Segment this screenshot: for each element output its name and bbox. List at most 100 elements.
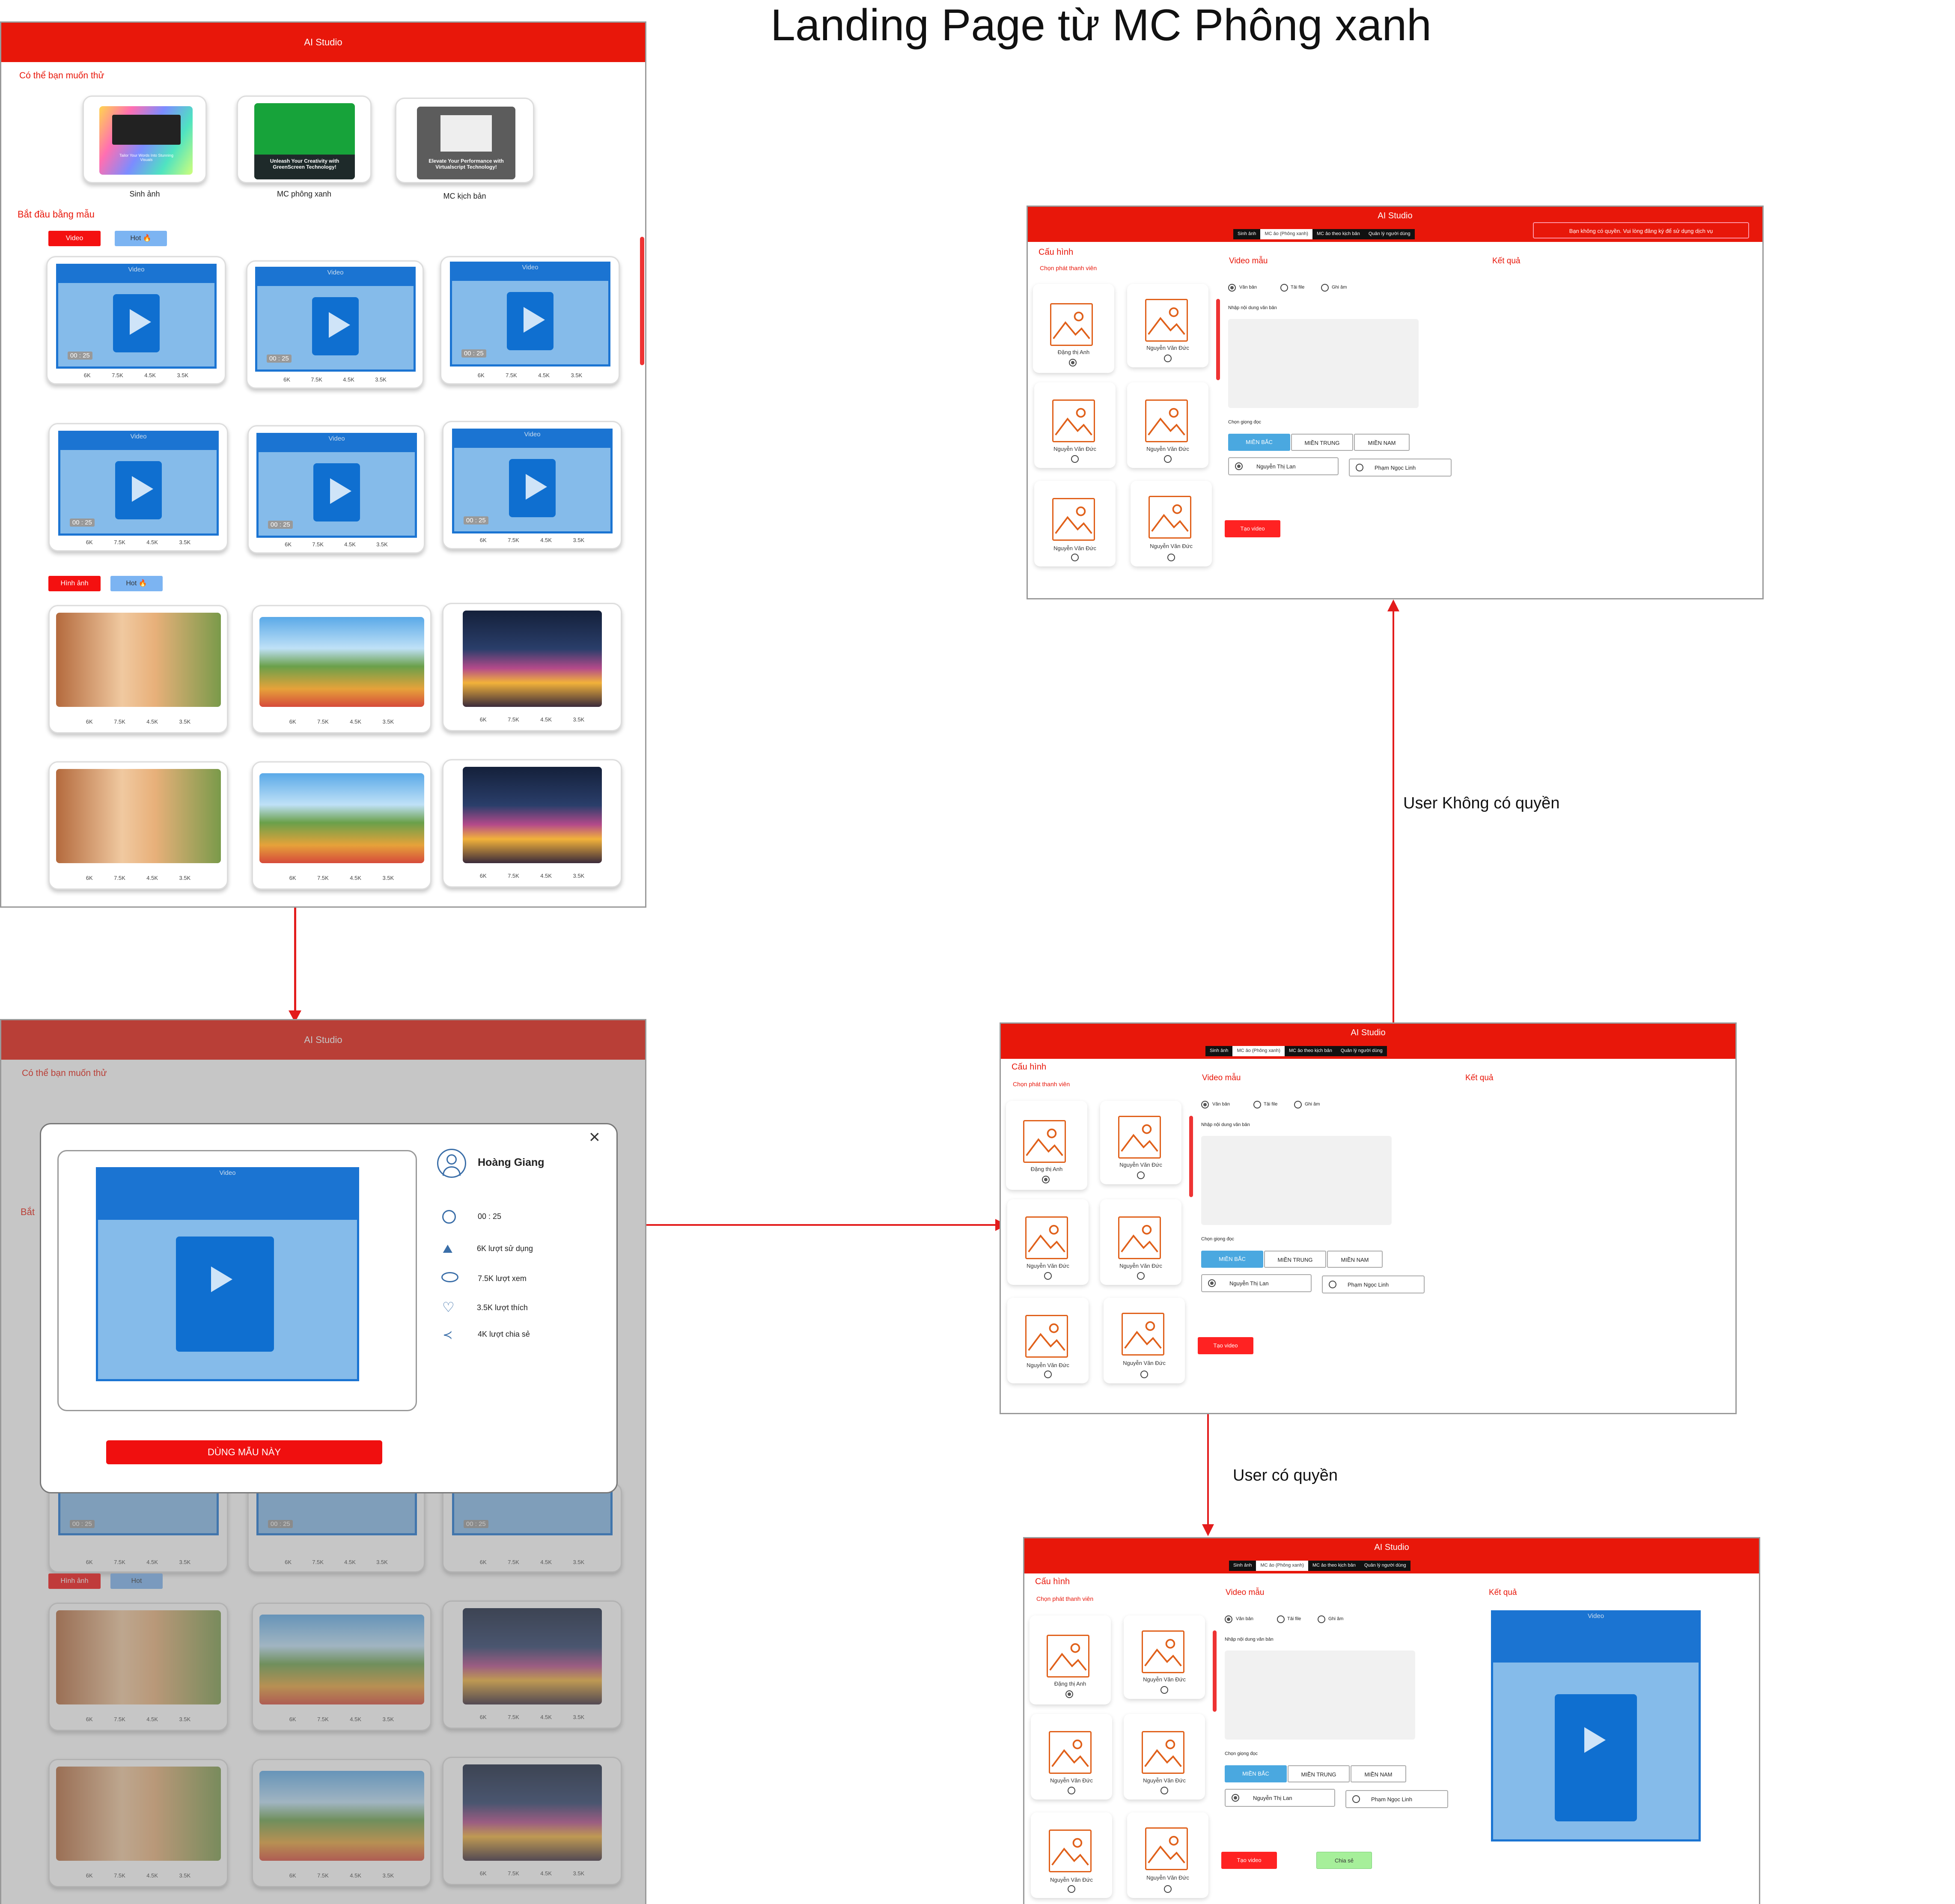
create-video-button[interactable]: Tạo video	[1221, 1852, 1277, 1869]
mode-file-radio[interactable]	[1253, 1101, 1261, 1108]
region-south[interactable]: MIỀN NAM	[1354, 434, 1410, 451]
tab-sinh-anh[interactable]: Sinh ảnh	[1205, 1046, 1232, 1056]
text-input[interactable]	[1228, 319, 1419, 408]
tab-mc-phong-xanh[interactable]: MC ảo (Phông xanh)	[1260, 229, 1312, 239]
tag-image[interactable]: Hình ảnh	[48, 576, 101, 591]
region-south[interactable]: MIỀN NAM	[1327, 1251, 1383, 1268]
region-central[interactable]: MIỀN TRUNG	[1291, 434, 1353, 451]
feature-thumb: Elevate Your Performance with Virtualscr…	[417, 107, 515, 179]
presenter-radio[interactable]	[1069, 359, 1077, 366]
studio-with-permission: AI Studio Sinh ảnh MC ảo (Phông xanh) MC…	[1023, 1537, 1760, 1904]
mode-file-radio[interactable]	[1277, 1615, 1285, 1623]
text-input[interactable]	[1225, 1651, 1415, 1740]
presenter-scrollbar[interactable]	[1213, 1630, 1217, 1712]
presenter-radio[interactable]	[1164, 355, 1172, 362]
presenter-card[interactable]: Nguyễn Văn Đức	[1124, 1714, 1205, 1800]
tab-quan-ly[interactable]: Quản lý người dùng	[1336, 1046, 1387, 1056]
feature-card-mc-phong-xanh[interactable]: Unleash Your Creativity with GreenScreen…	[237, 95, 372, 183]
presenter-card[interactable]: Nguyễn Văn Đức	[1127, 382, 1208, 468]
mode-file-radio[interactable]	[1280, 284, 1288, 292]
presenter-card[interactable]: Đặng thị Anh	[1033, 284, 1114, 373]
presenter-card[interactable]: Đặng thị Anh	[1030, 1615, 1111, 1704]
card-stats: 6K 7.5K 4.5K 3.5K	[479, 716, 585, 723]
card-stats: 6K 7.5K 4.5K 3.5K	[477, 372, 583, 378]
presenter-card[interactable]: Đặng thị Anh	[1006, 1101, 1087, 1190]
create-video-button[interactable]: Tạo video	[1198, 1337, 1253, 1354]
tag-hot[interactable]: Hot 🔥	[115, 231, 167, 246]
video-template-card[interactable]: Video 00 : 25 6K 7.5K 4.5K 3.5K	[442, 421, 622, 549]
voice-option[interactable]: Nguyễn Thị Lan	[1228, 457, 1339, 475]
result-video[interactable]: Video	[1491, 1610, 1701, 1841]
image-template-card[interactable]: 6K 7.5K 4.5K 3.5K	[48, 605, 228, 733]
tab-mc-kich-ban[interactable]: MC ảo theo kịch bản	[1308, 1561, 1360, 1571]
use-template-button[interactable]: DÙNG MẪU NÀY	[106, 1440, 382, 1464]
presenter-card[interactable]: Nguyễn Văn Đức	[1031, 1812, 1112, 1898]
voice-option[interactable]: Nguyễn Thị Lan	[1225, 1789, 1335, 1807]
video-template-card[interactable]: Video 00 : 25 6K 7.5K 4.5K 3.5K	[246, 260, 424, 389]
video-template-card[interactable]: Video 00 : 25 6K 7.5K 4.5K 3.5K	[247, 425, 425, 554]
feature-card-mc-kich-ban[interactable]: Elevate Your Performance with Virtualscr…	[395, 98, 534, 183]
tag-hot[interactable]: Hot 🔥	[110, 576, 163, 591]
region-central[interactable]: MIỀN TRUNG	[1264, 1251, 1326, 1268]
presenter-radio[interactable]	[1071, 455, 1079, 463]
tab-mc-phong-xanh[interactable]: MC ảo (Phông xanh)	[1232, 1046, 1285, 1056]
voice-option[interactable]: Nguyễn Thị Lan	[1201, 1274, 1312, 1292]
region-north[interactable]: MIỀN BẮC	[1228, 434, 1290, 451]
feature-card-sinh-anh[interactable]: Tailor Your Words Into Stunning Visuals	[83, 95, 207, 183]
region-central[interactable]: MIỀN TRUNG	[1288, 1765, 1350, 1782]
video-template-card[interactable]: Video 00 : 25 6K 7.5K 4.5K 3.5K	[46, 256, 226, 384]
image-template-card[interactable]: 6K 7.5K 4.5K 3.5K	[252, 761, 431, 890]
image-template-card[interactable]: 6K 7.5K 4.5K 3.5K	[48, 761, 228, 890]
presenter-card[interactable]: Nguyễn Văn Đức	[1131, 481, 1212, 566]
tab-sinh-anh[interactable]: Sinh ảnh	[1233, 229, 1260, 239]
image-template-card[interactable]: 6K 7.5K 4.5K 3.5K	[252, 605, 431, 733]
tab-mc-kich-ban[interactable]: MC ảo theo kịch bản	[1285, 1046, 1336, 1056]
voice-option[interactable]: Phạm Ngọc Linh	[1345, 1790, 1448, 1808]
region-south[interactable]: MIỀN NAM	[1351, 1765, 1406, 1782]
presenter-card[interactable]: Nguyễn Văn Đức	[1100, 1199, 1181, 1285]
presenter-card[interactable]: Nguyễn Văn Đức	[1124, 1615, 1205, 1699]
tab-mc-phong-xanh[interactable]: MC ảo (Phông xanh)	[1256, 1561, 1308, 1571]
video-template-card[interactable]: Video 00 : 25 6K 7.5K 4.5K 3.5K	[48, 423, 228, 551]
tab-sinh-anh[interactable]: Sinh ảnh	[1229, 1561, 1256, 1571]
play-icon	[1555, 1694, 1637, 1821]
tab-quan-ly[interactable]: Quản lý người dùng	[1360, 1561, 1410, 1571]
mode-text-radio[interactable]	[1225, 1615, 1232, 1623]
presenter-card[interactable]: Nguyễn Văn Đức	[1127, 284, 1208, 367]
close-icon[interactable]: ×	[589, 1126, 600, 1148]
scrollbar[interactable]	[640, 237, 644, 365]
text-input[interactable]	[1201, 1136, 1392, 1225]
share-button[interactable]: Chia sẻ	[1316, 1852, 1372, 1869]
image-template-card[interactable]: 6K 7.5K 4.5K 3.5K	[442, 603, 622, 731]
mode-text-radio[interactable]	[1228, 284, 1236, 292]
presenter-card[interactable]: Nguyễn Văn Đức	[1034, 481, 1116, 566]
tab-mc-kich-ban[interactable]: MC ảo theo kịch bản	[1312, 229, 1364, 239]
presenter-card[interactable]: Nguyễn Văn Đức	[1007, 1298, 1089, 1383]
presenter-scrollbar[interactable]	[1189, 1116, 1193, 1197]
region-north[interactable]: MIỀN BẮC	[1225, 1765, 1287, 1782]
voice-option[interactable]: Phạm Ngọc Linh	[1349, 459, 1452, 477]
create-video-button[interactable]: Tạo video	[1225, 520, 1280, 537]
mode-record-radio[interactable]	[1321, 284, 1329, 292]
presenter-card[interactable]: Nguyễn Văn Đức	[1034, 382, 1116, 468]
tab-quan-ly[interactable]: Quản lý người dùng	[1364, 229, 1415, 239]
presenter-card[interactable]: Nguyễn Văn Đức	[1127, 1812, 1208, 1898]
presenter-radio[interactable]	[1167, 554, 1175, 561]
arrow-head	[1387, 599, 1399, 611]
presenter-card[interactable]: Nguyễn Văn Đức	[1007, 1199, 1089, 1285]
modal-video-preview[interactable]: Video	[96, 1167, 359, 1381]
voice-option[interactable]: Phạm Ngọc Linh	[1322, 1275, 1425, 1293]
mode-record-radio[interactable]	[1294, 1101, 1302, 1108]
presenter-radio[interactable]	[1164, 455, 1172, 463]
region-north[interactable]: MIỀN BẮC	[1201, 1251, 1263, 1268]
presenter-card[interactable]: Nguyễn Văn Đức	[1104, 1298, 1185, 1383]
presenter-card[interactable]: Nguyễn Văn Đức	[1100, 1101, 1181, 1184]
presenter-card[interactable]: Nguyễn Văn Đức	[1031, 1714, 1112, 1800]
mode-record-radio[interactable]	[1318, 1615, 1325, 1623]
mode-text-radio[interactable]	[1201, 1101, 1209, 1108]
presenter-scrollbar[interactable]	[1216, 299, 1220, 380]
tag-video[interactable]: Video	[48, 231, 101, 246]
image-template-card[interactable]: 6K 7.5K 4.5K 3.5K	[442, 759, 622, 888]
video-template-card[interactable]: Video 00 : 25 6K 7.5K 4.5K 3.5K	[440, 256, 620, 384]
presenter-radio[interactable]	[1071, 554, 1079, 561]
